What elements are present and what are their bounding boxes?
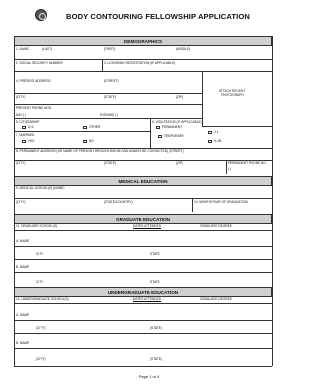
visa-j1-label: J-1 <box>214 130 219 134</box>
visa-h1b-checkbox[interactable] <box>208 140 212 144</box>
form-left-border <box>14 36 15 366</box>
medical-education-header: MEDICAL EDUCATION <box>14 176 272 186</box>
document-title: BODY CONTOURING FELLOWSHIP APPLICATION <box>66 12 250 21</box>
undergraduate-a-name-label: A. NAME <box>16 313 30 317</box>
visa-temporary-label: TEMPORARY <box>164 134 185 138</box>
married-no-label: NO <box>89 139 94 143</box>
undergraduate-a-name-field[interactable] <box>30 312 270 318</box>
undergraduate-b-name-label: B. NAME <box>16 341 30 345</box>
graduate-b-city-field[interactable] <box>16 276 270 284</box>
graduate-degree-label: GRADUATE DEGREE <box>200 224 232 228</box>
graduation-date-field[interactable] <box>194 205 270 211</box>
visa-permanent-label: PERMANENT <box>162 125 183 129</box>
present-street-field[interactable] <box>16 84 200 92</box>
undergraduate-a-city-field[interactable] <box>16 324 270 332</box>
name-field[interactable] <box>16 52 270 58</box>
married-label: 7. MARRIED <box>16 133 35 137</box>
citizenship-us-label: U.S. <box>28 125 35 129</box>
citizenship-other-checkbox[interactable] <box>83 126 87 130</box>
graduate-dates-label: DATES ATTENDED <box>133 224 162 228</box>
married-yes-label: YES <box>28 139 35 143</box>
graduate-schools-label: 11. GRADUATE SCHOOL(S) <box>16 224 58 228</box>
medical-school-field[interactable] <box>16 191 270 198</box>
married-yes-checkbox[interactable] <box>22 140 26 144</box>
undergraduate-education-header: UNDERGRADUATE EDUCATION <box>14 287 272 297</box>
graduate-b-name-label: B. NAME <box>16 265 30 269</box>
married-no-checkbox[interactable] <box>83 140 87 144</box>
undergraduate-b-city-field[interactable] <box>16 352 270 364</box>
citizenship-other-label: OTHER <box>89 125 101 129</box>
institution-seal-icon <box>35 9 47 21</box>
demographics-header: DEMOGRAPHICS <box>14 36 272 46</box>
present-phone-label: PRESENT PHONE NOS. <box>16 106 52 110</box>
undergraduate-dates-label: DATES ATTENDED <box>133 297 162 301</box>
graduate-education-header: GRADUATE EDUCATION <box>14 214 272 224</box>
undergraduate-b-name-field[interactable] <box>30 340 270 346</box>
citizenship-us-checkbox[interactable] <box>22 126 26 130</box>
permanent-phone-paren: ( ) <box>228 167 232 171</box>
page-number: Page 1 of 4 <box>138 374 160 379</box>
permanent-phone-field[interactable] <box>240 167 270 172</box>
photo-label-line2: PHOTOGRAPH <box>221 93 244 97</box>
permanent-city-field[interactable] <box>16 166 224 172</box>
visa-h1b-label: H-1B <box>214 139 222 143</box>
visa-j1-checkbox[interactable] <box>208 131 212 135</box>
visa-temporary-checkbox[interactable] <box>158 135 162 139</box>
form-right-border <box>272 36 273 366</box>
day-phone-field[interactable] <box>30 113 90 117</box>
graduate-a-name-label: A. NAME <box>16 239 30 243</box>
graduate-b-name-field[interactable] <box>30 264 270 270</box>
undergraduate-degree-label: GRADUATE DEGREE <box>200 297 232 301</box>
visa-permanent-checkbox[interactable] <box>156 126 160 130</box>
form-bottom-border <box>14 366 272 367</box>
graduate-a-name-field[interactable] <box>30 238 270 244</box>
medical-city-field[interactable] <box>16 205 190 211</box>
evening-phone-field[interactable] <box>120 113 198 117</box>
graduate-a-city-field[interactable] <box>16 250 270 258</box>
permanent-phone-label: PERMANENT PHONE NO. <box>228 161 267 165</box>
undergraduate-schools-label: 12. UNDERGRADUATE SCHOOL(S) <box>16 297 69 301</box>
